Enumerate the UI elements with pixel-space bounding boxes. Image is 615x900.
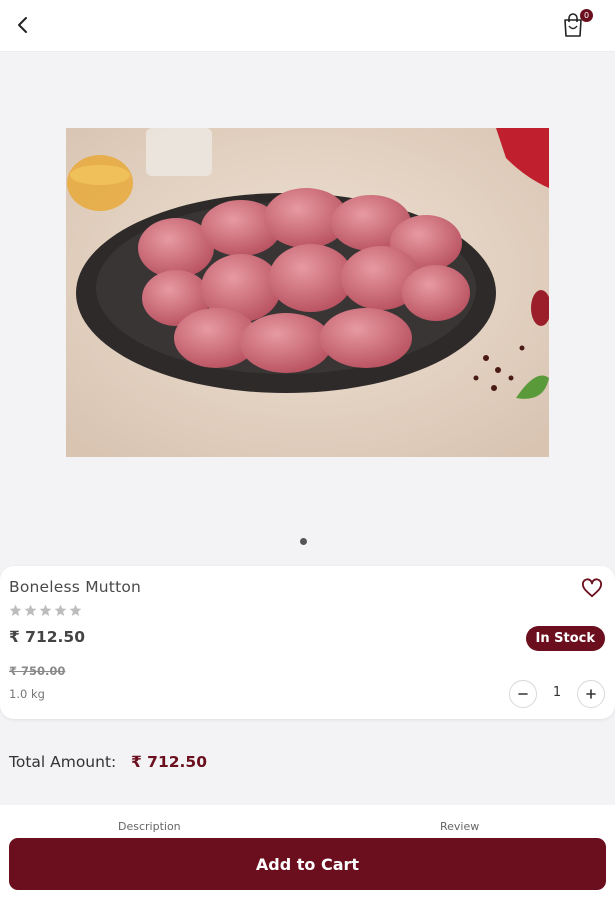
top-app-bar: 0 — [0, 0, 615, 52]
star-icon — [24, 604, 37, 617]
stock-status-badge: In Stock — [525, 626, 605, 651]
total-amount-label: Total Amount: — [9, 753, 117, 771]
total-amount-section: Total Amount: ₹ 712.50 — [0, 728, 615, 804]
product-weight: 1.0 kg — [9, 687, 45, 701]
tab-review[interactable]: Review — [440, 820, 479, 833]
increase-quantity-button[interactable] — [577, 680, 605, 708]
carousel-indicator-dot[interactable] — [300, 538, 307, 545]
quantity-value: 1 — [552, 685, 562, 700]
star-icon — [69, 604, 82, 617]
product-name: Boneless Mutton — [9, 578, 142, 596]
quantity-stepper: 1 — [509, 680, 605, 708]
star-icon — [39, 604, 52, 617]
original-price: ₹ 750.00 — [9, 664, 66, 678]
chevron-left-icon — [18, 17, 27, 33]
back-button[interactable] — [10, 12, 36, 38]
tab-description[interactable]: Description — [118, 820, 181, 833]
wishlist-button[interactable] — [581, 578, 603, 598]
rating-stars — [9, 604, 82, 617]
add-to-cart-button[interactable]: Add to Cart — [9, 838, 606, 890]
star-icon — [54, 604, 67, 617]
plus-icon — [586, 689, 596, 699]
cart-button[interactable]: 0 — [561, 9, 593, 40]
heart-icon — [582, 578, 602, 598]
product-details-card: Boneless Mutton ₹ 712.50 In Stock ₹ 750.… — [0, 566, 615, 719]
minus-icon — [518, 693, 528, 695]
total-amount-value: ₹ 712.50 — [131, 753, 207, 771]
product-image-gallery[interactable] — [0, 53, 615, 565]
cart-count-badge: 0 — [580, 9, 593, 22]
decrease-quantity-button[interactable] — [509, 680, 537, 708]
product-price: ₹ 712.50 — [9, 628, 85, 646]
product-image — [66, 128, 549, 457]
star-icon — [9, 604, 22, 617]
